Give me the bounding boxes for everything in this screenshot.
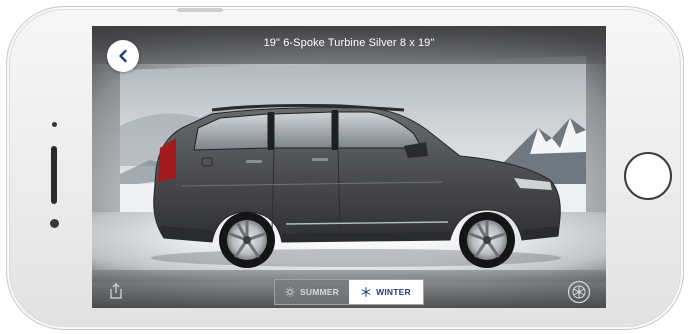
page-title: 19" 6-Spoke Turbine Silver 8 x 19" xyxy=(263,37,435,49)
share-button[interactable] xyxy=(108,282,124,300)
season-toggle: SUMMER WINTER xyxy=(274,279,424,305)
proximity-sensor xyxy=(52,122,57,127)
home-button[interactable] xyxy=(624,152,672,200)
summer-option[interactable]: SUMMER xyxy=(275,280,349,304)
snowflake-icon xyxy=(361,287,371,297)
sun-icon xyxy=(285,287,295,297)
winter-label: WINTER xyxy=(376,287,411,297)
app-screen: 19" 6-Spoke Turbine Silver 8 x 19" SUMME… xyxy=(92,26,606,308)
front-camera xyxy=(50,219,59,228)
back-button[interactable] xyxy=(107,40,139,72)
power-button xyxy=(177,8,223,12)
summer-label: SUMMER xyxy=(300,287,339,297)
wheel-selector-button[interactable] xyxy=(567,280,591,304)
car-image xyxy=(142,100,570,270)
earpiece-speaker xyxy=(51,146,57,204)
suv-illustration xyxy=(151,104,561,268)
wheel-icon xyxy=(567,280,591,304)
share-icon xyxy=(110,283,122,299)
chevron-left-icon xyxy=(119,49,127,63)
winter-option[interactable]: WINTER xyxy=(349,280,423,304)
